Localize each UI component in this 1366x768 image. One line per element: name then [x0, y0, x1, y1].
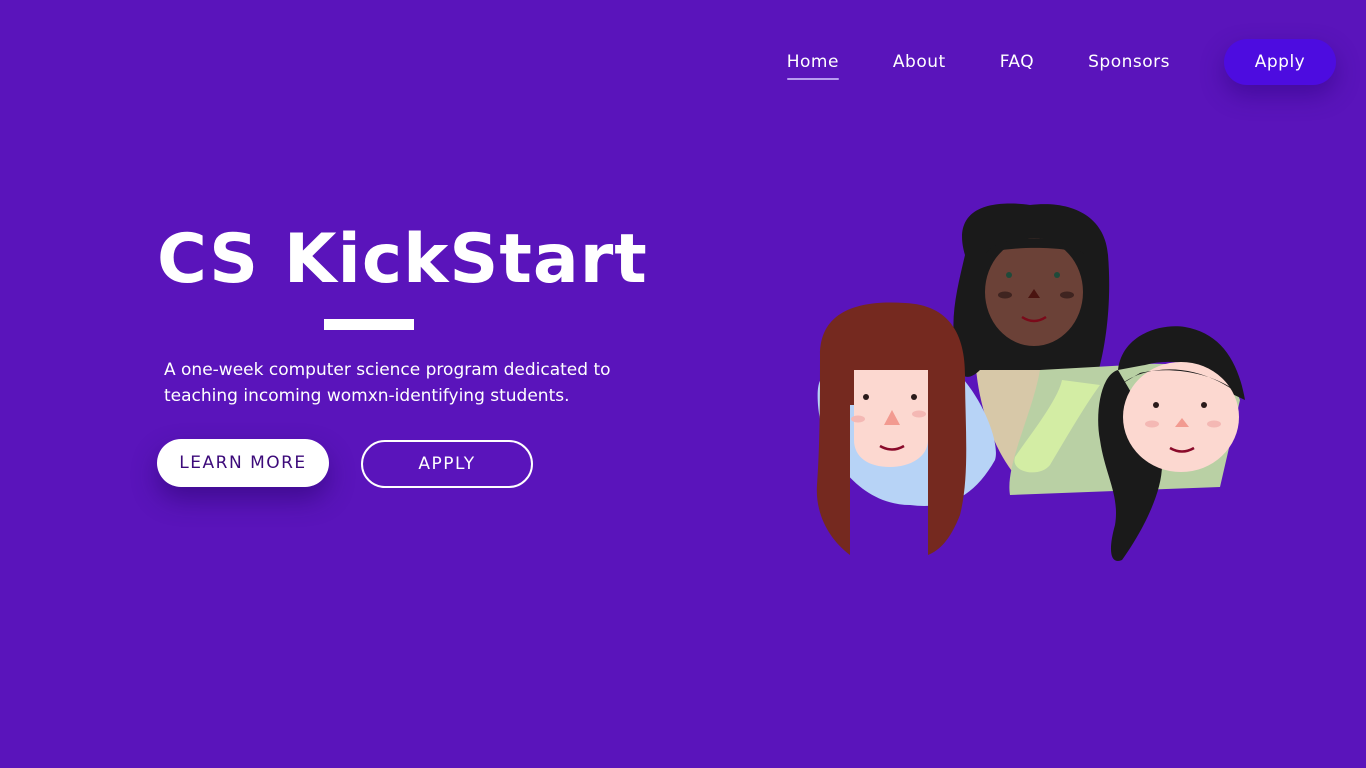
nav-sponsors-link[interactable]: Sponsors [1088, 38, 1170, 86]
top-nav: Home About FAQ Sponsors Apply [786, 38, 1336, 86]
title-underline [324, 319, 414, 330]
nav-home-link[interactable]: Home [786, 38, 840, 86]
nav-faq-link[interactable]: FAQ [1000, 38, 1034, 86]
apply-button[interactable]: APPLY [361, 440, 533, 488]
landing-page: Home About FAQ Sponsors Apply CS KickSta… [0, 0, 1366, 768]
hero-description: A one-week computer science program dedi… [164, 360, 611, 406]
nav-apply-button[interactable]: Apply [1224, 39, 1336, 85]
nav-about-link[interactable]: About [893, 38, 946, 86]
three-women-illustration [816, 203, 1245, 561]
hero-title: CS KickStart [157, 220, 648, 299]
learn-more-button[interactable]: LEARN MORE [157, 439, 329, 487]
